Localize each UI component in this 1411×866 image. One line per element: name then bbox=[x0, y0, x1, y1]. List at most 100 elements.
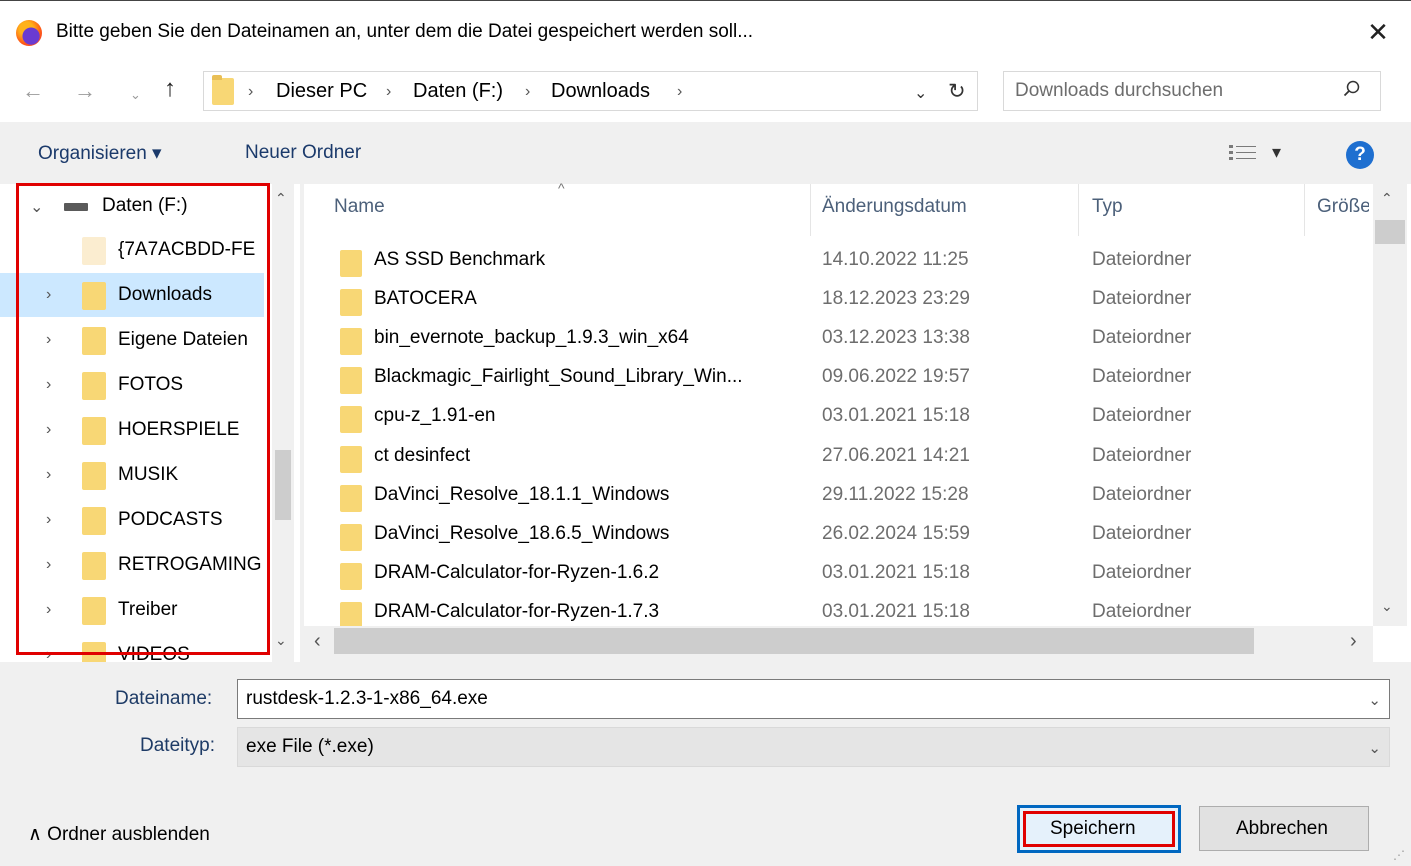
scroll-right-icon[interactable]: › bbox=[1350, 630, 1357, 653]
file-name: bin_evernote_backup_1.9.3_win_x64 bbox=[374, 327, 689, 348]
file-row[interactable]: bin_evernote_backup_1.9.3_win_x64 03.12.… bbox=[320, 320, 1370, 359]
file-date: 14.10.2022 11:25 bbox=[822, 249, 969, 270]
file-type: Dateiordner bbox=[1092, 484, 1192, 505]
scroll-up-icon[interactable]: ⌃ bbox=[275, 190, 287, 207]
column-divider[interactable] bbox=[810, 184, 811, 236]
column-divider[interactable] bbox=[1304, 184, 1305, 236]
column-header-name[interactable]: Name bbox=[334, 196, 385, 218]
folder-icon bbox=[340, 367, 362, 394]
cancel-button-label[interactable]: Abbrechen bbox=[1236, 818, 1328, 840]
file-row[interactable]: BATOCERA 18.12.2023 23:29 Dateiordner bbox=[320, 281, 1370, 320]
file-row[interactable]: DaVinci_Resolve_18.6.5_Windows 26.02.202… bbox=[320, 516, 1370, 555]
breadcrumb-separator-icon[interactable]: › bbox=[677, 83, 682, 101]
column-header-type[interactable]: Typ bbox=[1092, 196, 1123, 218]
file-list-vertical-scroll-thumb[interactable] bbox=[1375, 220, 1405, 244]
filename-field[interactable]: rustdesk-1.2.3-1-x86_64.exe ⌄ bbox=[237, 679, 1390, 719]
file-type: Dateiordner bbox=[1092, 445, 1192, 466]
search-icon[interactable] bbox=[1343, 80, 1360, 97]
file-date: 03.12.2023 13:38 bbox=[822, 327, 970, 348]
filename-value[interactable]: rustdesk-1.2.3-1-x86_64.exe bbox=[246, 688, 488, 710]
organize-button[interactable]: Organisieren ▾ bbox=[38, 142, 162, 165]
file-row[interactable]: Blackmagic_Fairlight_Sound_Library_Win..… bbox=[320, 359, 1370, 398]
file-type: Dateiordner bbox=[1092, 601, 1192, 622]
file-row[interactable]: AS SSD Benchmark 14.10.2022 11:25 Dateio… bbox=[320, 242, 1370, 281]
file-type: Dateiordner bbox=[1092, 327, 1192, 348]
view-dropdown-icon: ▾ bbox=[1272, 142, 1282, 162]
scroll-left-icon[interactable]: ‹ bbox=[314, 630, 321, 653]
file-date: 03.01.2021 15:18 bbox=[822, 601, 970, 622]
chevron-down-icon[interactable]: ⌄ bbox=[1368, 691, 1381, 709]
folder-icon bbox=[340, 446, 362, 473]
folder-icon bbox=[340, 289, 362, 316]
window-edge bbox=[0, 0, 1411, 1]
file-row[interactable]: cpu-z_1.91-en 03.01.2021 15:18 Dateiordn… bbox=[320, 398, 1370, 437]
up-button[interactable]: ↑ bbox=[164, 77, 176, 101]
file-name: DRAM-Calculator-for-Ryzen-1.7.3 bbox=[374, 601, 660, 622]
file-list-vertical-scrollbar[interactable] bbox=[1373, 184, 1407, 626]
file-row[interactable]: DaVinci_Resolve_18.1.1_Windows 29.11.202… bbox=[320, 477, 1370, 516]
file-type: Dateiordner bbox=[1092, 366, 1192, 387]
file-type: Dateiordner bbox=[1092, 249, 1192, 270]
address-dropdown-icon[interactable]: ⌄ bbox=[914, 83, 927, 103]
firefox-icon bbox=[16, 20, 42, 46]
folder-icon bbox=[340, 250, 362, 277]
search-placeholder[interactable]: Downloads durchsuchen bbox=[1015, 80, 1223, 102]
close-icon[interactable]: ✕ bbox=[1361, 16, 1395, 48]
hide-folders-button[interactable]: ∧ Ordner ausblenden bbox=[28, 823, 210, 846]
file-name: cpu-z_1.91-en bbox=[374, 405, 496, 426]
back-button[interactable]: ← bbox=[22, 80, 44, 102]
breadcrumb-separator-icon[interactable]: › bbox=[386, 83, 391, 101]
file-type: Dateiordner bbox=[1092, 523, 1192, 544]
file-name: DaVinci_Resolve_18.1.1_Windows bbox=[374, 484, 670, 505]
file-row[interactable]: DRAM-Calculator-for-Ryzen-1.7.3 03.01.20… bbox=[320, 594, 1370, 626]
file-date: 18.12.2023 23:29 bbox=[822, 288, 970, 309]
refresh-icon[interactable]: ↻ bbox=[948, 79, 966, 104]
breadcrumb-downloads[interactable]: Downloads bbox=[551, 80, 650, 103]
chevron-down-icon[interactable]: ⌄ bbox=[1368, 739, 1381, 757]
file-date: 27.06.2021 14:21 bbox=[822, 445, 970, 466]
recent-locations-chevron-icon[interactable]: ⌄ bbox=[130, 84, 141, 106]
resize-grip-icon[interactable]: ⋰ bbox=[1393, 848, 1405, 862]
folder-icon bbox=[340, 485, 362, 512]
file-name: ct desinfect bbox=[374, 445, 471, 466]
file-name: BATOCERA bbox=[374, 288, 477, 309]
new-folder-button[interactable]: Neuer Ordner bbox=[245, 142, 361, 164]
forward-button[interactable]: → bbox=[74, 80, 96, 102]
column-header-size[interactable]: Größe bbox=[1317, 196, 1369, 218]
column-header-date[interactable]: Änderungsdatum bbox=[822, 196, 967, 218]
file-type: Dateiordner bbox=[1092, 562, 1192, 583]
scroll-down-icon[interactable]: ⌄ bbox=[275, 632, 287, 649]
scroll-up-icon[interactable]: ⌃ bbox=[1381, 190, 1393, 207]
scroll-down-icon[interactable]: ⌄ bbox=[1381, 598, 1393, 615]
details-view-icon bbox=[1229, 145, 1256, 160]
help-button[interactable]: ? bbox=[1346, 141, 1374, 169]
filetype-select[interactable]: exe File (*.exe) ⌄ bbox=[237, 727, 1390, 767]
breadcrumb-drive[interactable]: Daten (F:) bbox=[413, 80, 503, 103]
file-date: 09.06.2022 19:57 bbox=[822, 366, 970, 387]
breadcrumb-separator-icon[interactable]: › bbox=[525, 83, 530, 101]
file-date: 03.01.2021 15:18 bbox=[822, 562, 970, 583]
file-row[interactable]: DRAM-Calculator-for-Ryzen-1.6.2 03.01.20… bbox=[320, 555, 1370, 594]
save-button-label[interactable]: Speichern bbox=[1050, 818, 1136, 840]
file-type: Dateiordner bbox=[1092, 405, 1192, 426]
view-mode-button[interactable]: ▾ bbox=[1228, 140, 1292, 166]
folder-icon bbox=[340, 406, 362, 433]
filename-label: Dateiname: bbox=[115, 688, 213, 709]
breadcrumb-separator-icon: › bbox=[248, 83, 254, 100]
folder-icon bbox=[340, 602, 362, 626]
navigation-pane-scroll-thumb[interactable] bbox=[275, 450, 291, 520]
file-list-horizontal-scroll-thumb[interactable] bbox=[334, 628, 1254, 654]
folder-icon bbox=[340, 524, 362, 551]
file-row[interactable]: ct desinfect 27.06.2021 14:21 Dateiordne… bbox=[320, 438, 1370, 477]
folder-icon bbox=[340, 328, 362, 355]
column-divider[interactable] bbox=[1078, 184, 1079, 236]
file-date: 26.02.2024 15:59 bbox=[822, 523, 970, 544]
command-bar bbox=[0, 122, 1411, 184]
folder-icon bbox=[340, 563, 362, 590]
filetype-value[interactable]: exe File (*.exe) bbox=[246, 736, 374, 758]
window-title: Bitte geben Sie den Dateinamen an, unter… bbox=[56, 21, 754, 42]
sort-ascending-icon: ^ bbox=[558, 180, 565, 196]
breadcrumb-this-pc[interactable]: Dieser PC bbox=[276, 80, 367, 103]
file-name: Blackmagic_Fairlight_Sound_Library_Win..… bbox=[374, 366, 743, 387]
navigation-pane-scrollbar[interactable] bbox=[272, 184, 294, 662]
